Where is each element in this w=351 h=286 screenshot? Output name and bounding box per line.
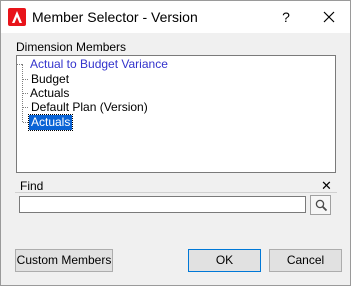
find-separator bbox=[15, 192, 337, 193]
tree-item-label: Actual to Budget Variance bbox=[30, 57, 168, 71]
find-label: Find bbox=[20, 179, 44, 193]
close-button[interactable] bbox=[315, 5, 343, 29]
cancel-button[interactable]: Cancel bbox=[269, 249, 342, 272]
member-selector-dialog: Member Selector - Version ? Dimension Me… bbox=[0, 0, 351, 286]
find-input[interactable] bbox=[19, 196, 306, 213]
close-icon bbox=[323, 11, 335, 23]
tree-item-label: Default Plan (Version) bbox=[31, 100, 148, 114]
dimension-members-label: Dimension Members bbox=[16, 40, 127, 54]
custom-members-button[interactable]: Custom Members bbox=[15, 249, 113, 272]
ok-button[interactable]: OK bbox=[188, 249, 261, 272]
search-icon bbox=[315, 199, 328, 212]
window-title: Member Selector - Version bbox=[32, 9, 198, 25]
find-search-button[interactable] bbox=[310, 195, 331, 215]
dimension-members-tree[interactable]: Actual to Budget Variance Budget Actuals… bbox=[16, 55, 336, 173]
tree-item-label: Budget bbox=[31, 72, 70, 86]
tree-item-label: Actuals bbox=[27, 114, 74, 131]
tree-item-label: Actuals bbox=[30, 86, 70, 100]
title-bar: Member Selector - Version ? bbox=[1, 1, 350, 33]
app-logo-icon bbox=[8, 8, 26, 26]
help-button[interactable]: ? bbox=[273, 5, 299, 29]
